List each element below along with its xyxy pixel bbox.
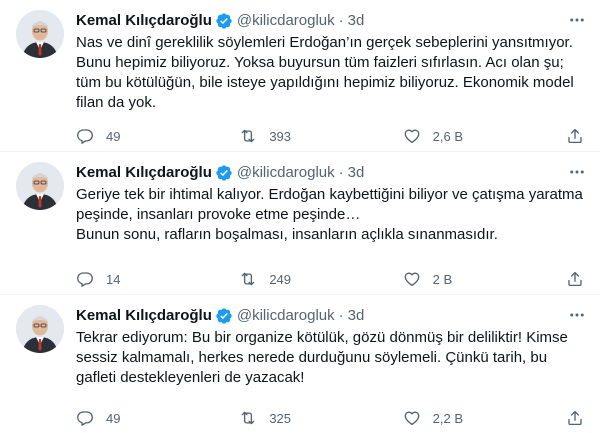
like-count: 2 B	[432, 271, 453, 287]
verified-badge-icon	[215, 164, 233, 182]
tweet-text: Geriye tek bir ihtimal kalıyor. Erdoğan …	[76, 185, 586, 245]
share-icon	[568, 128, 582, 144]
share-button[interactable]	[566, 409, 586, 427]
tweet-text-line: Bunu hepimiz biliyoruz. Yoksa buyursun t…	[76, 54, 564, 71]
tweet-text-line: tüm bu kötülüğün, bile isteye yapıldığın…	[76, 74, 574, 91]
share-icon	[568, 271, 582, 287]
reply-count: 49	[106, 410, 121, 426]
like-button[interactable]: 2,2 B	[403, 409, 523, 427]
separator-dot: ·	[338, 12, 344, 29]
author-handle[interactable]: @kilicdarogluk	[237, 163, 335, 183]
like-count: 2,2 B	[432, 410, 464, 426]
tweet-text-line: Geriye tek bir ihtimal kalıyor. Erdoğan …	[76, 186, 583, 203]
tweet-thread: Kemal Kılıçdaroğlu @kilicdarogluk · 3d N…	[0, 0, 600, 433]
retweet-count: 393	[269, 128, 292, 144]
verified-badge-icon	[215, 307, 233, 325]
retweet-icon	[242, 411, 255, 425]
like-button[interactable]: 2,6 B	[403, 127, 523, 145]
share-button[interactable]	[566, 127, 586, 145]
avatar[interactable]	[16, 162, 64, 210]
like-button[interactable]: 2 B	[403, 270, 523, 288]
avatar[interactable]	[16, 10, 64, 58]
author-name[interactable]: Kemal Kılıçdaroğlu	[76, 306, 212, 326]
heart-icon	[404, 411, 420, 426]
more-options-icon[interactable]	[566, 11, 588, 29]
author-name[interactable]: Kemal Kılıçdaroğlu	[76, 163, 212, 183]
like-count: 2,6 B	[432, 128, 464, 144]
retweet-button[interactable]: 393	[239, 127, 359, 145]
reply-button[interactable]: 49	[76, 127, 196, 145]
retweet-count: 249	[269, 271, 292, 287]
tweet-text-line: Bunun sonu, rafların boşalması, insanlar…	[76, 226, 498, 243]
tweet-text-line: Nas ve dinî gereklilik söylemleri Erdoğa…	[76, 34, 573, 51]
author-name[interactable]: Kemal Kılıçdaroğlu	[76, 11, 212, 31]
reply-button[interactable]: 49	[76, 409, 196, 427]
reply-icon	[77, 129, 93, 144]
tweet[interactable]: Kemal Kılıçdaroğlu @kilicdarogluk · 3d G…	[0, 152, 600, 295]
retweet-icon	[242, 129, 255, 143]
tweet-text-line: sessiz kalmamalı, herkes nerede durduğun…	[76, 349, 548, 366]
verified-badge-icon	[215, 12, 233, 30]
reply-icon	[77, 272, 93, 287]
tweet-text-line: peşinde, insanları provoke etme peşinde…	[76, 206, 361, 223]
timestamp[interactable]: 3d	[348, 306, 365, 326]
tweet-text: Nas ve dinî gereklilik söylemleri Erdoğa…	[76, 33, 586, 113]
retweet-button[interactable]: 249	[239, 270, 359, 288]
share-button[interactable]	[566, 270, 586, 288]
tweet-text: Tekrar ediyorum: Bu bir organize kötülük…	[76, 328, 586, 388]
author-handle[interactable]: @kilicdarogluk	[237, 306, 335, 326]
author-handle[interactable]: @kilicdarogluk	[237, 11, 335, 31]
timestamp[interactable]: 3d	[348, 163, 365, 183]
tweet-text-line: Tekrar ediyorum: Bu bir organize kötülük…	[76, 329, 568, 346]
avatar[interactable]	[16, 305, 64, 353]
retweet-count: 325	[269, 410, 292, 426]
retweet-icon	[242, 272, 255, 286]
tweet-text-line: gafleti destekleyenleri de yazacak!	[76, 369, 305, 386]
tweet[interactable]: Kemal Kılıçdaroğlu @kilicdarogluk · 3d T…	[0, 295, 600, 433]
separator-dot: ·	[338, 164, 344, 181]
tweet-actions: 14 249 2 B	[76, 269, 586, 289]
reply-count: 49	[106, 128, 121, 144]
more-options-icon[interactable]	[566, 163, 588, 181]
tweet-actions: 49 393 2,6 B	[76, 126, 586, 146]
reply-button[interactable]: 14	[76, 270, 196, 288]
reply-icon	[77, 411, 93, 426]
tweet-text-line: filan da yok.	[76, 94, 157, 111]
heart-icon	[404, 129, 420, 144]
tweet-actions: 49 325 2,2 B	[76, 408, 586, 428]
reply-count: 14	[106, 271, 121, 287]
tweet-header: Kemal Kılıçdaroğlu @kilicdarogluk · 3d	[76, 11, 364, 31]
timestamp[interactable]: 3d	[348, 11, 365, 31]
tweet-header: Kemal Kılıçdaroğlu @kilicdarogluk · 3d	[76, 306, 364, 326]
share-icon	[568, 410, 582, 426]
separator-dot: ·	[338, 307, 344, 324]
retweet-button[interactable]: 325	[239, 409, 359, 427]
tweet[interactable]: Kemal Kılıçdaroğlu @kilicdarogluk · 3d N…	[0, 0, 600, 152]
heart-icon	[404, 272, 420, 287]
tweet-header: Kemal Kılıçdaroğlu @kilicdarogluk · 3d	[76, 163, 364, 183]
more-options-icon[interactable]	[566, 306, 588, 324]
